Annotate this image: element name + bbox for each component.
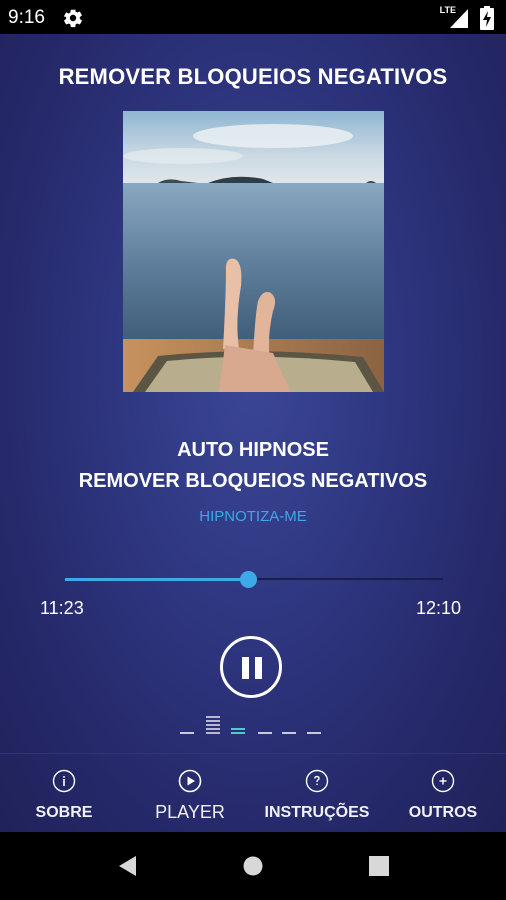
seek-thumb[interactable]	[239, 571, 257, 588]
total-duration: 12:10	[416, 598, 462, 618]
back-icon[interactable]	[114, 852, 142, 880]
recents-icon[interactable]	[365, 852, 393, 880]
gear-icon	[64, 9, 82, 28]
artist-link[interactable]: HIPNOTIZA-ME	[0, 508, 506, 525]
home-icon[interactable]	[239, 852, 267, 880]
nav-label-instrucoes: INSTRUÇÕES	[264, 804, 370, 821]
page-title: REMOVER BLOQUEIOS NEGATIVOS	[58, 64, 448, 89]
info-icon	[52, 769, 76, 793]
seek-bar[interactable]	[65, 571, 443, 588]
equalizer-visualizer	[180, 716, 330, 736]
equalizer-bar	[258, 730, 272, 734]
nav-label-outros: OUTROS	[408, 804, 478, 821]
signal-icon	[450, 9, 468, 28]
track-title-line1: AUTO HIPNOSE	[177, 439, 329, 461]
album-cover	[123, 111, 384, 392]
pause-button[interactable]	[220, 636, 282, 698]
nav-item-outros[interactable]: OUTROS	[393, 754, 493, 832]
nav-item-sobre[interactable]: SOBRE	[14, 754, 114, 832]
status-time: 9:16	[8, 7, 45, 28]
elapsed-time: 11:23	[40, 598, 84, 618]
equalizer-bar	[307, 730, 321, 734]
help-icon	[305, 769, 329, 793]
bottom-navigation: SOBRE PLAYER INSTRUÇÕES OUTROS	[0, 754, 506, 832]
seek-progress	[65, 578, 248, 581]
system-navigation-bar	[0, 832, 506, 900]
equalizer-bar	[282, 730, 296, 734]
nav-label-sobre: SOBRE	[35, 804, 93, 821]
nav-label-player: PLAYER	[155, 802, 225, 822]
play-circle-icon	[178, 769, 202, 793]
player-screen: REMOVER BLOQUEIOS NEGATIVOS AUTO HIPNOSE…	[0, 34, 506, 832]
nav-item-instrucoes[interactable]: INSTRUÇÕES	[262, 754, 372, 832]
plus-icon	[431, 769, 455, 793]
equalizer-bar	[231, 726, 245, 734]
battery-charging-icon	[480, 6, 494, 30]
equalizer-bar	[206, 714, 220, 734]
nav-item-player[interactable]: PLAYER	[140, 754, 240, 832]
track-title-line2: REMOVER BLOQUEIOS NEGATIVOS	[78, 470, 428, 492]
equalizer-bar	[180, 730, 194, 734]
status-bar: 9:16 LTE	[0, 0, 506, 34]
